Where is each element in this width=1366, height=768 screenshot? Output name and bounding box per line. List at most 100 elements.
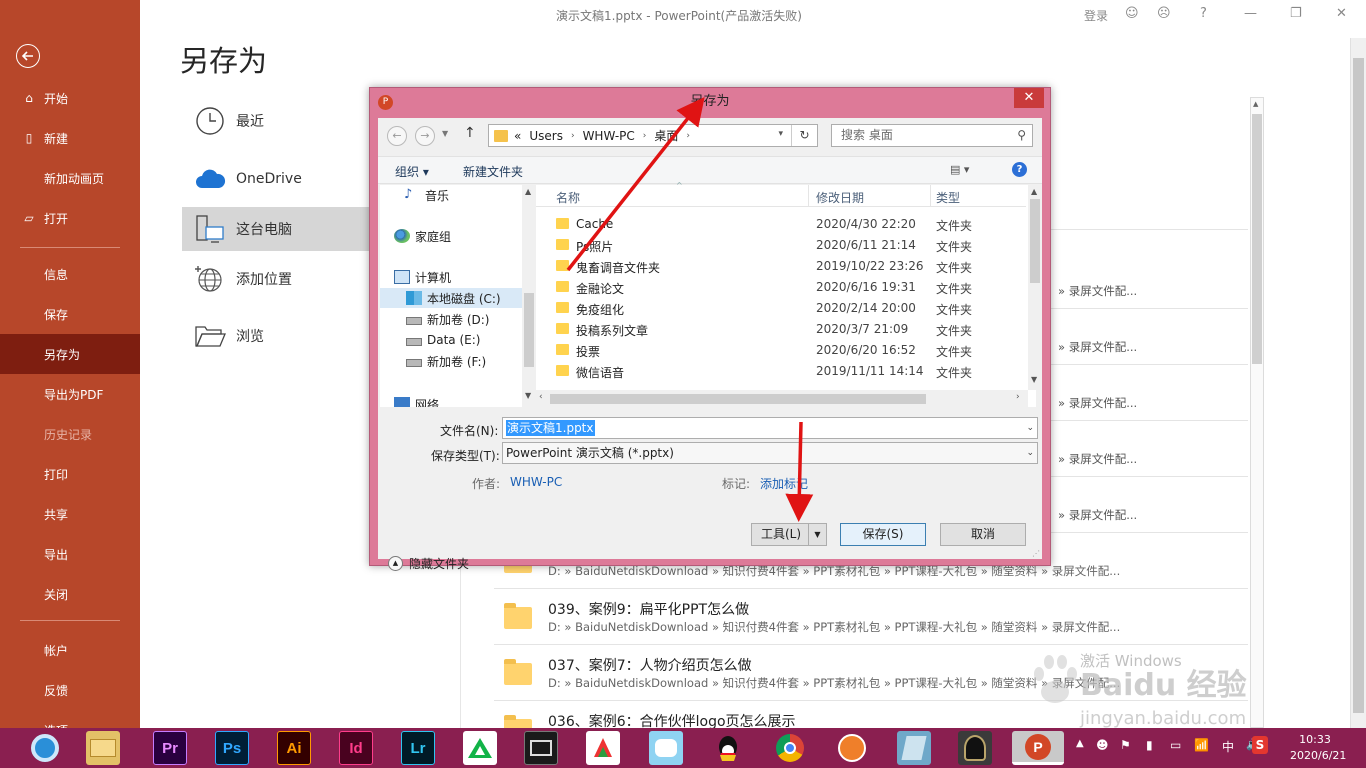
scroll-up-icon[interactable]: ▲	[1031, 187, 1037, 196]
file-row[interactable]: 微信语音 2019/11/11 14:14 文件夹	[536, 361, 1026, 382]
nav-print[interactable]: 打印	[0, 454, 140, 494]
tree-item-homegroup[interactable]: 家庭组	[394, 226, 534, 246]
notes-app-icon[interactable]	[897, 731, 931, 765]
filetype-select[interactable]: PowerPoint 演示文稿 (*.pptx) ⌄	[502, 442, 1038, 464]
nav-feedback[interactable]: 反馈	[0, 670, 140, 710]
scroll-thumb[interactable]	[1353, 58, 1364, 713]
tools-button[interactable]: 工具(L) ▼	[751, 523, 827, 546]
tree-item-network[interactable]: 网络	[394, 393, 534, 407]
resize-grip-icon[interactable]: ⋰	[1032, 549, 1040, 558]
search-input[interactable]: 搜索 桌面 ⚲	[831, 124, 1033, 147]
tree-item-computer[interactable]: 计算机	[394, 267, 534, 287]
column-divider[interactable]	[930, 185, 931, 207]
location-browse[interactable]: 浏览	[182, 314, 370, 358]
scroll-up-icon[interactable]: ▲	[525, 187, 531, 196]
save-button[interactable]: 保存(S)	[840, 523, 926, 546]
nav-share[interactable]: 共享	[0, 494, 140, 534]
scroll-left-icon[interactable]: ‹	[539, 392, 543, 402]
smile-icon[interactable]: ☺	[1125, 6, 1139, 21]
tree-item-drive-c[interactable]: 本地磁盘 (C:)	[380, 288, 522, 308]
file-row[interactable]: Cache 2020/4/30 22:20 文件夹	[536, 214, 1026, 235]
search-icon[interactable]: ⚲	[1017, 125, 1026, 146]
breadcrumb-users[interactable]: Users	[529, 129, 563, 143]
flag-tray-icon[interactable]: ⚑	[1120, 738, 1131, 752]
column-divider[interactable]	[808, 185, 809, 207]
back-button[interactable]	[16, 44, 40, 68]
scroll-thumb[interactable]	[524, 293, 534, 367]
nav-options[interactable]: 选项	[0, 710, 140, 728]
nav-new-animation-page[interactable]: 新加动画页	[0, 158, 140, 198]
display-tray-icon[interactable]: ▭	[1170, 738, 1181, 752]
scroll-up-icon[interactable]: ▲	[1253, 100, 1258, 108]
location-onedrive[interactable]: OneDrive	[182, 157, 370, 201]
chevron-down-icon[interactable]: ▾	[778, 129, 783, 139]
column-name[interactable]: 名称	[556, 189, 580, 206]
chevron-down-icon[interactable]: ▼	[808, 524, 826, 545]
location-recent[interactable]: 最近	[182, 99, 370, 143]
chevron-right-icon[interactable]: ›	[643, 131, 647, 141]
premiere-icon[interactable]: Pr	[153, 731, 187, 765]
drive-sync-icon[interactable]	[463, 731, 497, 765]
recent-locations-dropdown-icon[interactable]: ▼	[442, 129, 448, 138]
chevron-down-icon[interactable]: ⌄	[1026, 443, 1034, 463]
file-list-horizontal-scrollbar[interactable]: ‹ ›	[536, 390, 1028, 407]
file-row[interactable]: 鬼畜调音文件夹 2019/10/22 23:26 文件夹	[536, 256, 1026, 277]
hide-folders-toggle[interactable]: ▲ 隐藏文件夹	[388, 555, 469, 572]
chrome-icon[interactable]	[773, 731, 807, 765]
help-icon[interactable]: ?	[1200, 6, 1207, 21]
browser-app-icon[interactable]	[28, 731, 62, 765]
restore-button[interactable]: ❐	[1290, 6, 1302, 21]
add-tags-link[interactable]: 添加标记	[760, 475, 808, 492]
chevron-right-icon[interactable]: ›	[571, 131, 575, 141]
tree-scrollbar[interactable]: ▲ ▼	[522, 185, 536, 407]
chevron-right-icon[interactable]: ›	[686, 131, 690, 141]
back-arrow-icon[interactable]: ←	[387, 126, 407, 146]
scroll-thumb[interactable]	[1030, 199, 1040, 283]
qq-tray-icon[interactable]: ☻	[1096, 738, 1109, 752]
video-editor-icon[interactable]	[524, 731, 558, 765]
breadcrumb-desktop[interactable]: 桌面	[654, 127, 678, 144]
organize-button[interactable]: 组织 ▾	[395, 163, 429, 180]
file-row[interactable]: 金融论文 2020/6/16 19:31 文件夹	[536, 277, 1026, 298]
nav-info[interactable]: 信息	[0, 254, 140, 294]
minimize-button[interactable]: —	[1244, 6, 1257, 21]
column-date[interactable]: 修改日期	[816, 189, 864, 206]
sign-in-link[interactable]: 登录	[1084, 7, 1108, 24]
nav-account[interactable]: 帐户	[0, 630, 140, 670]
thunder-icon[interactable]	[835, 731, 869, 765]
sogou-ime-icon[interactable]: S	[1252, 736, 1268, 754]
file-row[interactable]: 免疫组化 2020/2/14 20:00 文件夹	[536, 298, 1026, 319]
view-options-icon[interactable]: ▤ ▾	[950, 163, 969, 176]
file-row[interactable]: 投稿系列文章 2020/3/7 21:09 文件夹	[536, 319, 1026, 340]
author-value[interactable]: WHW-PC	[510, 475, 562, 489]
file-row[interactable]: 投票 2020/6/20 16:52 文件夹	[536, 340, 1026, 361]
scroll-thumb[interactable]	[550, 394, 926, 404]
indesign-icon[interactable]: Id	[339, 731, 373, 765]
wps-icon[interactable]	[586, 731, 620, 765]
ime-indicator[interactable]: 中	[1222, 738, 1234, 755]
close-button[interactable]: ✕	[1336, 6, 1347, 21]
new-folder-button[interactable]: 新建文件夹	[463, 163, 523, 180]
filename-input[interactable]: 演示文稿1.pptx ⌄	[502, 417, 1038, 439]
chat-app-icon[interactable]	[649, 731, 683, 765]
nav-history[interactable]: 历史记录	[0, 414, 140, 454]
location-this-pc[interactable]: 这台电脑	[182, 207, 370, 251]
nav-open[interactable]: ▱ 打开	[0, 198, 140, 238]
battery-tray-icon[interactable]: ▮	[1146, 738, 1153, 752]
chevron-down-icon[interactable]: ⌄	[1026, 418, 1034, 438]
up-arrow-icon[interactable]: ↑	[464, 125, 476, 141]
nav-save[interactable]: 保存	[0, 294, 140, 334]
system-clock[interactable]: 10:33 2020/6/21	[1290, 732, 1346, 764]
refresh-icon[interactable]: ↻	[791, 125, 817, 146]
file-list-vertical-scrollbar[interactable]: ▲ ▼	[1028, 185, 1042, 390]
photoshop-icon[interactable]: Ps	[215, 731, 249, 765]
tray-chevron-up-icon[interactable]: ▲	[1076, 738, 1084, 749]
frown-icon[interactable]: ☹	[1157, 6, 1171, 21]
scroll-down-icon[interactable]: ▼	[525, 391, 531, 400]
scroll-down-icon[interactable]: ▼	[1031, 375, 1037, 384]
scroll-thumb[interactable]	[1252, 114, 1262, 364]
location-add-place[interactable]: 添加位置	[182, 257, 370, 301]
nav-save-as[interactable]: 另存为	[0, 334, 140, 374]
wifi-signal-icon[interactable]: 📶	[1194, 738, 1209, 752]
scroll-right-icon[interactable]: ›	[1016, 392, 1020, 402]
